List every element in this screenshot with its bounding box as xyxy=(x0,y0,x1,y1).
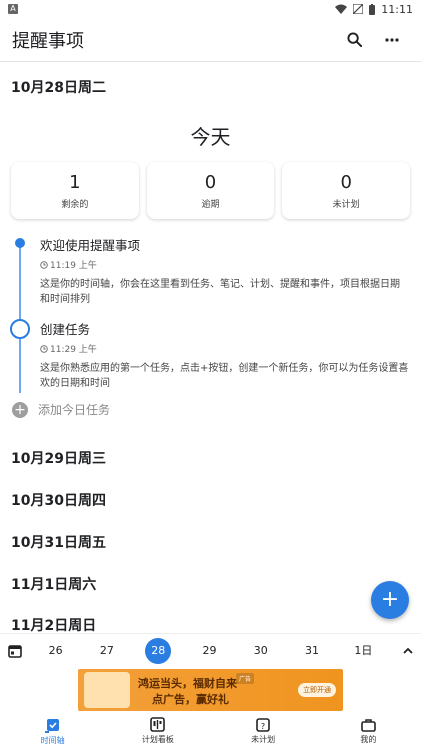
task-title: 创建任务 xyxy=(40,322,91,337)
timeline-line xyxy=(19,243,21,393)
date-header[interactable]: 11月2日周日 xyxy=(0,615,421,632)
search-button[interactable] xyxy=(337,23,371,57)
stat-card-unplanned[interactable]: 0 未计划 xyxy=(282,162,411,219)
more-dots-icon xyxy=(385,37,399,42)
add-today-task-button[interactable]: + 添加今日任务 xyxy=(0,401,421,418)
stat-label: 剩余的 xyxy=(61,199,89,210)
signal-icon xyxy=(353,4,364,14)
date-strip-day[interactable]: 30 xyxy=(248,638,274,664)
date-strip-day[interactable]: 31 xyxy=(299,638,325,664)
task-time-text: 11:19 上午 xyxy=(50,261,97,271)
nav-tab-unplanned[interactable]: ? 未计划 xyxy=(211,712,316,750)
expand-calendar-button[interactable] xyxy=(395,647,421,654)
briefcase-icon xyxy=(361,718,376,732)
chevron-up-icon xyxy=(403,647,413,654)
task-time: 11:29 上午 xyxy=(40,342,409,355)
timeline-dot xyxy=(15,238,25,248)
app-bar: 提醒事项 xyxy=(0,18,421,62)
stat-card-remaining[interactable]: 1 剩余的 xyxy=(11,162,139,219)
bottom-navigation: 时间轴 计划看板 ? 未计划 我的 xyxy=(0,712,421,750)
task-checkbox[interactable] xyxy=(10,319,30,339)
date-header[interactable]: 10月31日周五 xyxy=(0,532,421,552)
stat-label: 逾期 xyxy=(201,199,220,210)
nav-label: 未计划 xyxy=(251,735,276,744)
timeline: 欢迎使用提醒事项 11:19 上午 这是你的时间轴，你会在这里看到任务、笔记、计… xyxy=(0,235,421,393)
stats-row: 1 剩余的 0 逾期 0 未计划 xyxy=(0,162,421,219)
stat-value: 0 xyxy=(340,171,352,193)
stat-card-overdue[interactable]: 0 逾期 xyxy=(146,162,275,219)
notification-app-icon: A xyxy=(8,4,18,14)
date-header-today: 10月28日周二 xyxy=(11,80,106,96)
nav-tab-board[interactable]: 计划看板 xyxy=(105,712,210,750)
date-strip-days: 26 27 28 29 30 31 1日 xyxy=(30,637,395,664)
battery-icon xyxy=(369,3,376,15)
add-circle-icon: + xyxy=(12,401,28,418)
stat-value: 0 xyxy=(204,171,217,193)
nav-tab-mine[interactable]: 我的 xyxy=(316,712,421,750)
more-options-button[interactable] xyxy=(375,23,409,57)
date-strip-day[interactable]: 1日 xyxy=(350,638,376,664)
board-icon xyxy=(150,717,166,732)
add-today-label: 添加今日任务 xyxy=(38,403,111,417)
date-strip-day[interactable]: 26 xyxy=(43,638,69,664)
ad-banner[interactable]: 鸿运当头，福财自来 点广告，赢好礼 广告 立即开通 xyxy=(78,669,343,711)
date-header[interactable]: 10月30日周四 xyxy=(0,490,421,510)
calendar-button[interactable] xyxy=(0,644,30,658)
today-title: 今天 xyxy=(190,125,231,149)
calendar-question-icon: ? xyxy=(256,718,270,732)
status-time: 11:11 xyxy=(381,2,413,16)
timeline-content[interactable]: 10月28日周二 今天 1 剩余的 0 逾期 0 未计划 欢迎使用提醒事项 11… xyxy=(0,62,421,632)
task-time-text: 11:29 上午 xyxy=(50,345,97,355)
stat-label: 未计划 xyxy=(332,199,360,210)
calendar-icon xyxy=(8,644,22,658)
nav-label: 我的 xyxy=(360,734,377,744)
clock-icon xyxy=(40,260,48,269)
page-title: 提醒事项 xyxy=(12,30,84,52)
stat-value: 1 xyxy=(69,171,81,193)
date-strip-day-selected[interactable]: 28 xyxy=(145,637,172,664)
date-header[interactable]: 10月29日周三 xyxy=(0,448,421,468)
nav-label: 时间轴 xyxy=(40,735,65,745)
status-bar: A 11:11 xyxy=(0,0,421,18)
nav-tab-timeline[interactable]: 时间轴 xyxy=(0,712,105,750)
search-icon xyxy=(346,32,362,47)
task-title: 欢迎使用提醒事项 xyxy=(40,238,141,253)
timeline-check-icon xyxy=(44,718,59,733)
task-item[interactable]: 创建任务 11:29 上午 这是你熟悉应用的第一个任务，点击+按钮，创建一个新任… xyxy=(10,319,409,391)
wifi-icon xyxy=(335,4,348,14)
date-header[interactable]: 11月1日周六 xyxy=(0,574,421,594)
ad-illustration xyxy=(84,672,130,708)
task-item[interactable]: 欢迎使用提醒事项 11:19 上午 这是你的时间轴，你会在这里看到任务、笔记、计… xyxy=(15,235,409,307)
ad-line-1: 鸿运当头，福财自来 xyxy=(138,677,237,690)
date-strip: 26 27 28 29 30 31 1日 xyxy=(0,633,421,667)
task-description: 这是你的时间轴，你会在这里看到任务、笔记、计划、提醒和事件，项目根据日期和时间排… xyxy=(40,279,400,305)
task-description: 这是你熟悉应用的第一个任务，点击+按钮，创建一个新任务，你可以为任务设置喜欢的日… xyxy=(40,363,409,389)
date-strip-day[interactable]: 29 xyxy=(196,638,222,664)
svg-text:?: ? xyxy=(261,722,265,731)
clock-icon xyxy=(40,344,48,353)
ad-cta-button[interactable]: 立即开通 xyxy=(298,683,336,697)
add-task-fab[interactable]: + xyxy=(371,581,409,619)
ad-tag: 广告 xyxy=(236,673,255,684)
task-time: 11:19 上午 xyxy=(40,258,409,271)
ad-line-2: 点广告，赢好礼 xyxy=(152,693,229,706)
nav-label: 计划看板 xyxy=(141,735,174,744)
date-strip-day[interactable]: 27 xyxy=(94,638,120,664)
